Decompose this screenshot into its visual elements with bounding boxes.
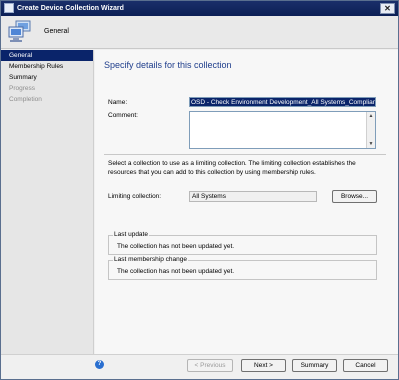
previous-button: < Previous <box>187 359 233 372</box>
window-icon <box>4 3 14 13</box>
step-membership-rules[interactable]: Membership Rules <box>1 61 93 72</box>
last-update-title: Last update <box>113 231 149 238</box>
comment-scrollbar[interactable]: ▲ ▼ <box>366 112 375 148</box>
browse-button[interactable]: Browse... <box>332 190 377 203</box>
close-button[interactable]: ✕ <box>380 3 395 14</box>
scroll-down-icon[interactable]: ▼ <box>367 140 375 148</box>
computers-icon <box>8 20 31 42</box>
step-progress: Progress <box>9 85 36 92</box>
comment-textarea[interactable]: ▲ ▼ <box>189 111 376 149</box>
limiting-collection-field: All Systems <box>189 191 317 202</box>
page-title: Specify details for this collection <box>104 60 232 70</box>
cancel-button[interactable]: Cancel <box>343 359 388 372</box>
step-completion: Completion <box>9 96 42 103</box>
wizard-footer: ? < Previous Next > Summary Cancel <box>1 354 398 379</box>
last-membership-text: The collection has not been updated yet. <box>117 268 235 275</box>
limiting-collection-label: Limiting collection: <box>108 193 162 200</box>
wizard-window: Create Device Collection Wizard ✕ Genera… <box>0 0 399 380</box>
last-update-text: The collection has not been updated yet. <box>117 243 235 250</box>
name-input[interactable]: OSD - Check Environment Development_All … <box>189 97 376 107</box>
help-icon[interactable]: ? <box>95 360 104 369</box>
last-update-group: Last update The collection has not been … <box>108 231 377 255</box>
wizard-header: General <box>1 16 398 49</box>
last-membership-group: Last membership change The collection ha… <box>108 256 377 280</box>
name-label: Name: <box>108 99 128 106</box>
scroll-up-icon[interactable]: ▲ <box>367 112 375 120</box>
last-membership-title: Last membership change <box>113 256 188 263</box>
summary-button[interactable]: Summary <box>292 359 337 372</box>
step-summary[interactable]: Summary <box>1 72 93 83</box>
main-content: Specify details for this collection Name… <box>95 50 398 354</box>
step-general[interactable]: General <box>1 50 93 61</box>
header-title: General <box>44 28 69 35</box>
comment-label: Comment: <box>108 112 138 119</box>
section-divider <box>104 154 386 155</box>
limiting-description: Select a collection to use as a limiting… <box>108 160 356 176</box>
next-button[interactable]: Next > <box>241 359 286 372</box>
window-title: Create Device Collection Wizard <box>17 5 124 12</box>
title-bar[interactable]: Create Device Collection Wizard ✕ <box>1 1 398 16</box>
wizard-steps: General Membership Rules Summary Progres… <box>1 50 94 354</box>
